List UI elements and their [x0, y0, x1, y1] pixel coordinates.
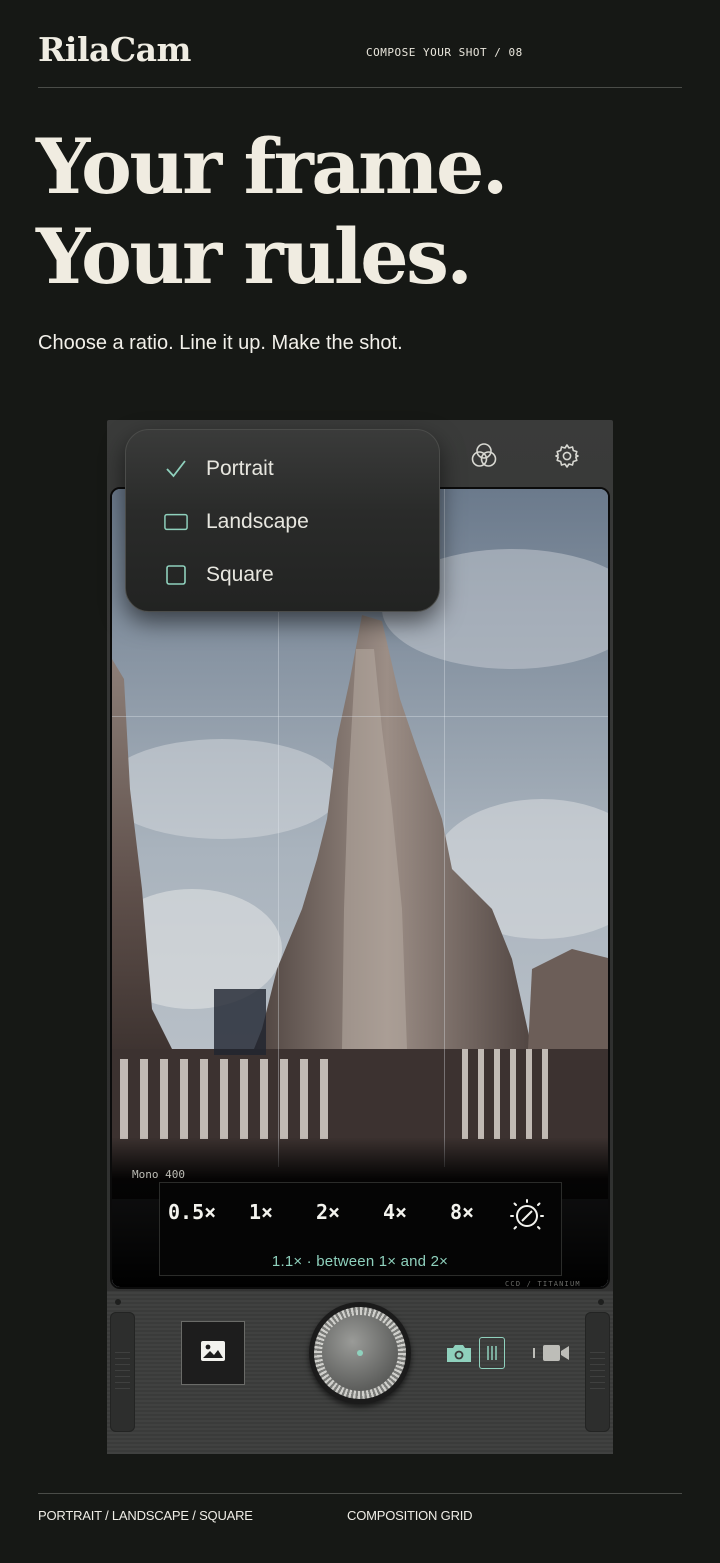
ratio-option-label: Landscape: [206, 510, 309, 533]
ratio-option-label: Portrait: [206, 457, 274, 480]
zoom-1x-button[interactable]: 1×: [249, 1200, 273, 1224]
screw: [598, 1299, 604, 1305]
square-frame-icon: [164, 563, 188, 587]
hero-heading: Your frame. Your rules.: [36, 122, 508, 302]
section-kicker: COMPOSE YOUR SHOT / 08: [366, 46, 523, 59]
gallery-image-icon: [200, 1340, 226, 1367]
hero-line-1: Your frame.: [36, 122, 508, 211]
brand-logo: RilaCam: [38, 30, 191, 69]
screw: [115, 1299, 121, 1305]
gear-icon[interactable]: [551, 440, 583, 472]
shutter-button[interactable]: [309, 1302, 411, 1404]
grid-line-vertical-2: [444, 489, 445, 1167]
zoom-caption: 1.1× · between 1× and 2×: [271, 1253, 449, 1270]
right-grip: [585, 1312, 610, 1432]
video-mode-icon[interactable]: [530, 1337, 572, 1369]
filters-icon[interactable]: [468, 440, 500, 472]
ratio-option-square[interactable]: Square: [126, 552, 441, 598]
mode-toggle-switch[interactable]: [479, 1337, 505, 1369]
hero-tagline: Choose a ratio. Line it up. Make the sho…: [38, 332, 403, 354]
grid-line-horizontal-1: [112, 716, 608, 717]
ratio-option-landscape[interactable]: Landscape: [126, 499, 441, 545]
film-stock-label: Mono 400: [132, 1168, 185, 1181]
exposure-dial-icon[interactable]: [509, 1198, 545, 1234]
ratio-option-label: Square: [206, 563, 274, 586]
landscape-frame-icon: [164, 510, 188, 534]
bottom-divider: [38, 1493, 682, 1494]
photo-mode-icon[interactable]: [444, 1337, 474, 1369]
ratio-menu: Portrait Landscape Square: [125, 429, 440, 612]
gallery-button[interactable]: [181, 1321, 245, 1385]
sensor-label: CCD / TITANIUM: [505, 1280, 581, 1288]
zoom-4x-button[interactable]: 4×: [383, 1200, 407, 1224]
shutter-indicator: [357, 1350, 363, 1356]
zoom-0-5x-button[interactable]: 0.5×: [168, 1200, 216, 1224]
zoom-2x-button[interactable]: 2×: [316, 1200, 340, 1224]
ratio-option-portrait[interactable]: Portrait: [126, 446, 441, 492]
left-grip: [110, 1312, 135, 1432]
hero-line-2: Your rules.: [36, 212, 473, 301]
footer-grid-label: COMPOSITION GRID: [347, 1508, 473, 1523]
zoom-8x-button[interactable]: 8×: [450, 1200, 474, 1224]
footer-ratios-label: PORTRAIT / LANDSCAPE / SQUARE: [38, 1508, 253, 1523]
check-icon: [164, 457, 188, 481]
top-divider: [38, 87, 682, 88]
